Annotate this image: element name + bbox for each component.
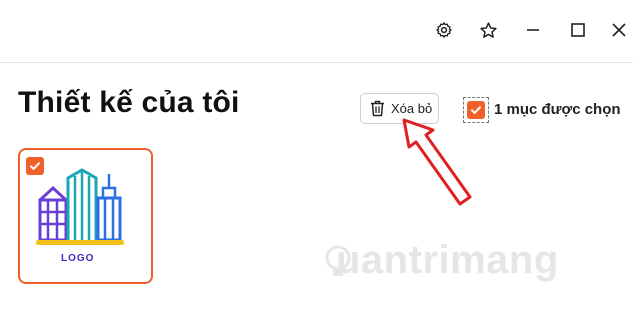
minimize-button[interactable] [517,14,549,46]
checkmark-icon [471,106,481,114]
selection-count-label: 1 mục được chọn [494,101,621,118]
delete-button-label: Xóa bỏ [391,101,433,116]
favorite-button[interactable] [472,14,504,46]
thumbnail-logo-text: LOGO [61,253,95,264]
trash-icon [371,100,384,117]
gear-icon [436,22,452,38]
building-logo-icon [36,168,124,245]
maximize-icon [571,23,585,37]
close-icon [612,23,626,37]
select-all-checkbox[interactable] [463,97,489,123]
watermark-text: uantrimang [336,238,559,282]
page-title: Thiết kế của tôi [18,86,240,119]
minimize-icon [527,29,539,31]
settings-button[interactable] [428,14,460,46]
title-bar [0,0,633,63]
star-icon [479,21,497,38]
close-button[interactable] [603,14,633,46]
design-card[interactable]: LOGO [18,148,153,284]
checkbox-checked [467,101,485,119]
maximize-button[interactable] [562,14,594,46]
delete-button[interactable]: Xóa bỏ [360,93,439,124]
